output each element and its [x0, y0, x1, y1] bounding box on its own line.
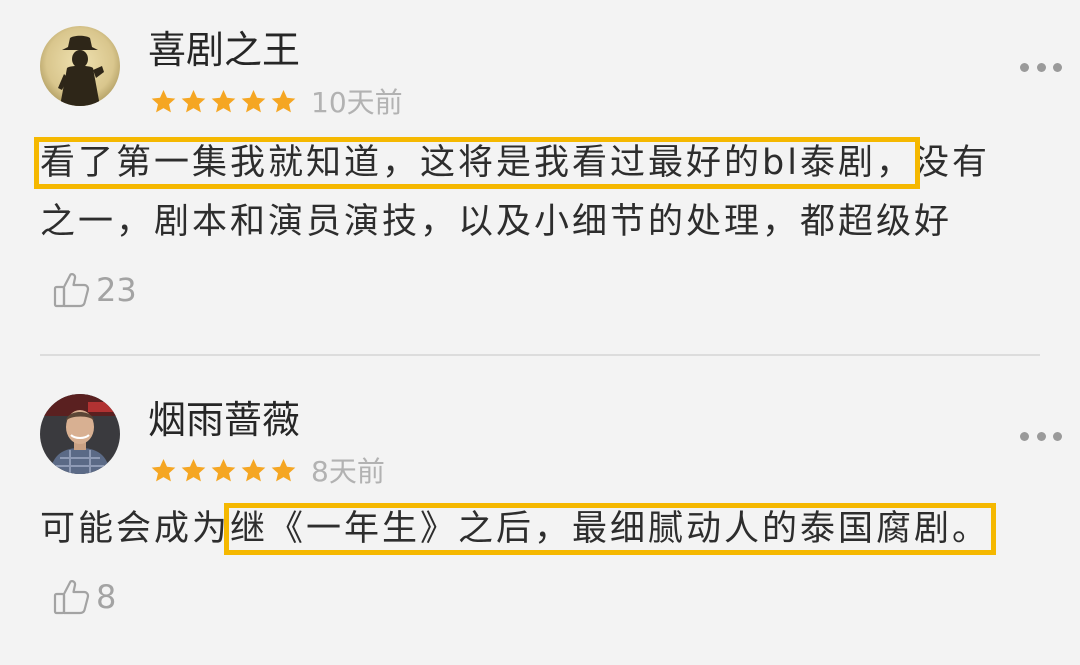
avatar[interactable] [40, 394, 120, 474]
more-dots-icon[interactable] [1020, 429, 1062, 443]
comment-meta: 8天前 [150, 453, 385, 488]
like-button[interactable]: 23 [52, 270, 137, 310]
username[interactable]: 烟雨蔷薇 [148, 398, 300, 442]
star-icon [240, 88, 267, 115]
star-icon [240, 457, 267, 484]
star-icon [270, 88, 297, 115]
star-icon [180, 88, 207, 115]
like-button[interactable]: 8 [52, 577, 116, 617]
comment-text-segment: 之一，剧本和演员演技，以及小细节的处理，都超级好 [40, 202, 953, 242]
star-rating [150, 88, 297, 115]
thumbs-up-icon [52, 270, 92, 310]
comment-text: 看了第一集我就知道，这将是我看过最好的bl泰剧，没有 之一，剧本和演员演技，以及… [34, 134, 1060, 252]
star-icon [210, 88, 237, 115]
comment-item: 烟雨蔷薇 8天前 可能会成为继《一年生》之后，最细腻动人的泰国腐剧。 8 [0, 357, 1080, 665]
avatar[interactable] [40, 26, 120, 106]
like-count: 23 [96, 271, 137, 309]
username[interactable]: 喜剧之王 [148, 28, 300, 72]
comment-time: 8天前 [311, 455, 385, 488]
star-icon [210, 457, 237, 484]
man-portrait-avatar [40, 394, 120, 474]
more-dots-icon[interactable] [1020, 60, 1062, 74]
thumbs-up-icon [52, 577, 92, 617]
comment-item: 喜剧之王 10天前 看了第一集我就知道，这将是我看过最好的bl泰剧，没有 之一，… [0, 0, 1080, 355]
like-count: 8 [96, 578, 117, 616]
star-rating [150, 457, 297, 484]
comment-time: 10天前 [311, 86, 403, 119]
comment-text: 可能会成为继《一年生》之后，最细腻动人的泰国腐剧。 [40, 500, 1060, 559]
divider [40, 354, 1040, 356]
comment-meta: 10天前 [150, 84, 403, 119]
highlighted-text: 继《一年生》之后，最细腻动人的泰国腐剧。 [224, 503, 997, 555]
star-icon [150, 457, 177, 484]
star-icon [180, 457, 207, 484]
star-icon [270, 457, 297, 484]
cowboy-silhouette-avatar [40, 26, 120, 106]
comment-text-segment: 没有 [913, 143, 990, 183]
highlighted-text: 看了第一集我就知道，这将是我看过最好的bl泰剧， [34, 137, 920, 189]
star-icon [150, 88, 177, 115]
comment-text-segment: 可能会成为 [40, 509, 231, 549]
